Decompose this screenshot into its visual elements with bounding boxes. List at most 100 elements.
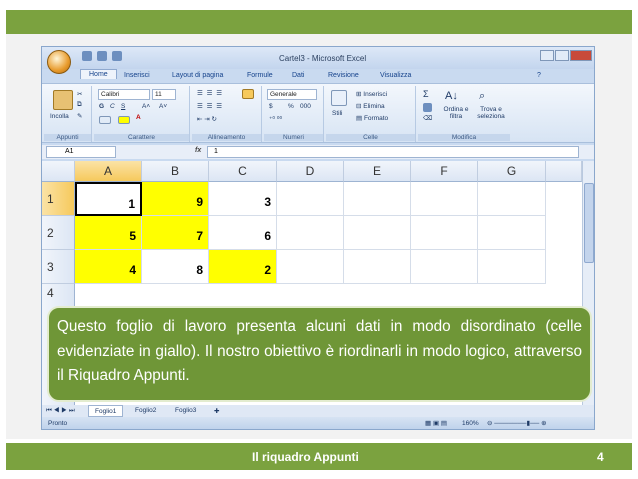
undo-icon[interactable]: [97, 51, 107, 61]
row-header-2[interactable]: 2: [42, 216, 75, 250]
cell-d2[interactable]: [277, 216, 344, 250]
cell-e2[interactable]: [344, 216, 411, 250]
row-header-3[interactable]: 3: [42, 250, 75, 284]
styles-icon[interactable]: [331, 90, 347, 106]
cell-f2[interactable]: [411, 216, 478, 250]
name-box[interactable]: A1: [46, 146, 116, 158]
wrap-text-icon[interactable]: [242, 89, 254, 99]
copy-icon[interactable]: ⧉: [77, 101, 82, 109]
grow-font-icon[interactable]: A˄: [142, 103, 150, 110]
cut-icon[interactable]: ✂: [77, 90, 82, 98]
paste-label[interactable]: Incolla: [50, 113, 69, 120]
cell-f3[interactable]: [411, 250, 478, 284]
format-cells-button[interactable]: ▤ Formato: [356, 114, 388, 122]
fill-icon[interactable]: [423, 103, 432, 112]
cell-b1[interactable]: 9: [142, 182, 209, 216]
view-buttons[interactable]: ▦ ▣ ▤: [425, 419, 447, 427]
sheet-tab-3[interactable]: Foglio3: [175, 407, 196, 414]
column-header-g[interactable]: G: [478, 161, 546, 182]
styles-label[interactable]: Stili: [332, 110, 342, 117]
sheet-tab-1[interactable]: Foglio1: [88, 405, 124, 417]
indent-icons[interactable]: ⇤ ⇥ ↻: [197, 115, 217, 123]
percent-button[interactable]: %: [288, 103, 294, 110]
bottom-bar: Il riquadro Appunti 4: [6, 443, 632, 470]
cell-e1[interactable]: [344, 182, 411, 216]
cell-g1[interactable]: [478, 182, 546, 216]
status-text: Pronto: [48, 420, 68, 427]
bold-button[interactable]: G: [99, 103, 104, 110]
cell-a1[interactable]: 1: [75, 182, 142, 216]
cell-f1[interactable]: [411, 182, 478, 216]
tab-view[interactable]: Visualizza: [380, 72, 411, 79]
thousands-button[interactable]: 000: [300, 103, 311, 110]
column-header-a[interactable]: A: [75, 161, 142, 182]
font-size-select[interactable]: 11: [152, 89, 176, 100]
fill-color-icon[interactable]: [118, 116, 130, 124]
tab-insert[interactable]: Inserisci: [124, 72, 150, 79]
underline-button[interactable]: S: [121, 103, 125, 110]
find-icon[interactable]: ⌕: [479, 90, 485, 103]
column-header-partial[interactable]: [546, 161, 582, 182]
fx-icon[interactable]: fx: [195, 147, 201, 154]
minimize-button[interactable]: [540, 50, 554, 61]
scroll-thumb[interactable]: [584, 183, 594, 263]
border-icon[interactable]: [99, 116, 111, 124]
column-header-f[interactable]: F: [411, 161, 478, 182]
select-all-corner[interactable]: [42, 161, 75, 182]
sheet-nav-icons[interactable]: ⏮ ◀ ▶ ⏭: [46, 407, 75, 415]
insert-cells-button[interactable]: ⊞ Inserisci: [356, 90, 387, 98]
clear-icon[interactable]: ⌫: [423, 114, 432, 122]
paste-icon[interactable]: [53, 90, 73, 110]
cell-a2[interactable]: 5: [75, 216, 142, 250]
column-header-e[interactable]: E: [344, 161, 411, 182]
delete-cells-button[interactable]: ⊟ Elimina: [356, 102, 385, 110]
sort-filter-icon[interactable]: A↓: [445, 90, 458, 102]
cell-a3[interactable]: 4: [75, 250, 142, 284]
shrink-font-icon[interactable]: A˅: [159, 103, 167, 110]
tab-formulas[interactable]: Formule: [247, 72, 273, 79]
maximize-button[interactable]: [555, 50, 569, 61]
cell-b3[interactable]: 8: [142, 250, 209, 284]
cell-b2[interactable]: 7: [142, 216, 209, 250]
cell-c1[interactable]: 3: [209, 182, 277, 216]
footer-title: Il riquadro Appunti: [252, 450, 359, 464]
column-header-d[interactable]: D: [277, 161, 344, 182]
font-color-icon[interactable]: A: [136, 114, 141, 121]
decimal-icons[interactable]: ⁺⁰ ⁰⁰: [269, 115, 282, 123]
cell-g3[interactable]: [478, 250, 546, 284]
help-icon[interactable]: ?: [537, 72, 541, 79]
align-top-icons[interactable]: ☰ ☰ ☰: [197, 89, 223, 97]
row-header-1[interactable]: 1: [42, 182, 75, 216]
close-button[interactable]: [570, 50, 592, 61]
tab-review[interactable]: Revisione: [328, 72, 359, 79]
cell-g2[interactable]: [478, 216, 546, 250]
column-header-c[interactable]: C: [209, 161, 277, 182]
font-name-select[interactable]: Calibri: [98, 89, 150, 100]
redo-icon[interactable]: [112, 51, 122, 61]
number-format-select[interactable]: Generale: [267, 89, 317, 100]
currency-icon[interactable]: $: [269, 103, 273, 110]
new-sheet-icon[interactable]: ✚: [214, 407, 219, 415]
zoom-slider[interactable]: ⊖ ───────▮── ⊕: [487, 419, 547, 427]
save-icon[interactable]: [82, 51, 92, 61]
find-select-label[interactable]: Trova e seleziona: [474, 106, 508, 120]
sort-filter-label[interactable]: Ordina e filtra: [440, 106, 472, 120]
sheet-tab-2[interactable]: Foglio2: [135, 407, 156, 414]
office-button[interactable]: [47, 50, 71, 74]
align-left-icons[interactable]: ☰ ☰ ☰: [197, 102, 223, 110]
explanation-callout: Questo foglio di lavoro presenta alcuni …: [47, 306, 592, 402]
cell-c3[interactable]: 2: [209, 250, 277, 284]
autosum-button[interactable]: Σ: [423, 89, 429, 99]
cell-d3[interactable]: [277, 250, 344, 284]
italic-button[interactable]: C: [110, 103, 115, 110]
zoom-level[interactable]: 160%: [462, 420, 479, 427]
cell-d1[interactable]: [277, 182, 344, 216]
formula-input[interactable]: 1: [207, 146, 579, 158]
column-header-b[interactable]: B: [142, 161, 209, 182]
cell-e3[interactable]: [344, 250, 411, 284]
tab-page-layout[interactable]: Layout di pagina: [172, 72, 223, 79]
cell-c2[interactable]: 6: [209, 216, 277, 250]
format-painter-icon[interactable]: ✎: [77, 112, 82, 120]
tab-data[interactable]: Dati: [292, 72, 304, 79]
tab-home[interactable]: Home: [80, 69, 117, 79]
